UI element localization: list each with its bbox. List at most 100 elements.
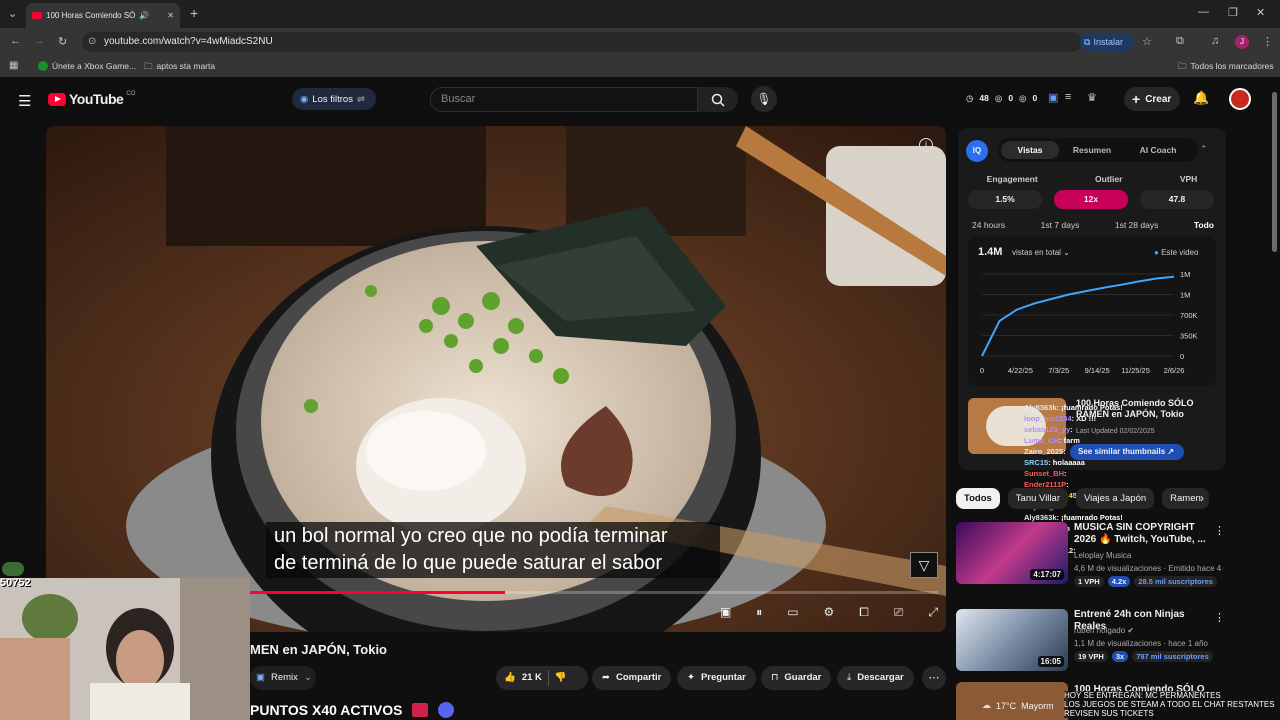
dislike-icon[interactable]: 👎: [555, 666, 567, 690]
settings-gear-icon[interactable]: ⚙: [824, 605, 835, 619]
iq-player-icon[interactable]: ▣: [720, 605, 731, 619]
recommendation-item[interactable]: 16:05 Entrené 24h con Ninjas Reales rube…: [956, 609, 1266, 673]
audio-icon[interactable]: 🔊: [139, 11, 149, 20]
remix-button[interactable]: ▣ Remix ⌄: [250, 666, 316, 690]
recommendation-item[interactable]: 4:17:07 MÚSICA SIN COPYRIGHT 2026 🔥 Twit…: [956, 522, 1266, 587]
recommendation-thumbnail[interactable]: 16:05: [956, 609, 1068, 671]
address-input[interactable]: ⊙ youtube.com/watch?v=4wMiadcS2NU: [82, 32, 1082, 52]
install-button[interactable]: ⧉ Instalar: [1080, 33, 1134, 51]
metric-label: VPH: [1179, 174, 1198, 184]
filters-button[interactable]: ◉ Los filtros ⇌: [292, 88, 376, 110]
like-icon[interactable]: 👍: [504, 666, 516, 690]
stream-ticker: HOY SE ENTREGAN: MC PERMANENTES LOS JUEG…: [1064, 691, 1280, 718]
y-tick-label: 0: [1180, 352, 1184, 361]
guide-menu-icon[interactable]: ☰: [18, 92, 31, 110]
collapse-chevron-icon[interactable]: ⌃: [1200, 144, 1208, 155]
download-button[interactable]: ⤓ Descargar: [837, 666, 914, 690]
new-tab-icon[interactable]: +: [190, 5, 198, 21]
list-icon[interactable]: ≡: [1065, 91, 1071, 103]
range-option[interactable]: 24 hours: [968, 220, 1009, 230]
tab-vistas[interactable]: Vistas: [1001, 141, 1059, 159]
restore-icon[interactable]: ❐: [1228, 6, 1238, 19]
progress-track[interactable]: [250, 591, 938, 594]
search-button[interactable]: [698, 87, 738, 112]
x-tick-label: 0: [980, 366, 984, 375]
profile-avatar[interactable]: J: [1235, 35, 1249, 49]
cast-icon[interactable]: ⎚: [894, 605, 904, 620]
chrome-menu-icon[interactable]: ⋮: [1262, 35, 1273, 48]
search-input[interactable]: Buscar: [430, 87, 698, 112]
chip[interactable]: Tanu Villar: [1007, 488, 1068, 509]
miniplayer-icon[interactable]: ⧠: [859, 605, 869, 620]
media-control-icon[interactable]: ♫: [1211, 35, 1219, 47]
tab-close-icon[interactable]: ✕: [167, 11, 174, 20]
metric-value: 47.8: [1168, 194, 1186, 204]
weather-widget[interactable]: ☁ 17°C Mayorm: [982, 700, 1054, 711]
channel-name: ruben holgado: [1074, 626, 1126, 635]
xbox-icon: [38, 61, 48, 71]
youtube-logo[interactable]: YouTube CO: [48, 91, 135, 107]
download-label: Descargar: [857, 672, 904, 683]
chip-active[interactable]: Todos: [956, 488, 1000, 509]
extensions-icon[interactable]: ⧉: [1176, 35, 1184, 48]
bookmark-star-icon[interactable]: ☆: [1142, 35, 1152, 48]
notifications-bell-icon[interactable]: 🔔: [1193, 90, 1209, 106]
share-button[interactable]: ➦ Compartir: [592, 666, 672, 690]
chat-message: sebas123_yy:: [1024, 425, 1073, 434]
tab-search-icon[interactable]: ⌄: [8, 7, 17, 20]
voice-search-icon[interactable]: 🎙: [751, 86, 777, 112]
youtube-play-icon: [48, 92, 66, 106]
forward-icon[interactable]: →: [34, 35, 45, 47]
range-option-active[interactable]: Todo: [1190, 220, 1218, 230]
info-icon[interactable]: i: [919, 138, 933, 152]
recommendation-meta: 1,1 M de visualizaciones · hace 1 año: [1074, 639, 1208, 648]
recommendation-channel[interactable]: Leloplay Musica: [1074, 551, 1131, 560]
iq-extension-icon[interactable]: ▣: [1048, 91, 1058, 104]
tab-resumen[interactable]: Resumen: [1059, 141, 1125, 159]
bookmark-folder[interactable]: 🗀 aptos sta marta: [144, 61, 215, 75]
recommendation-channel[interactable]: ruben holgado ✔: [1074, 626, 1134, 635]
apps-grid-icon[interactable]: ▦: [9, 60, 18, 71]
save-button[interactable]: ⊓ Guardar: [761, 666, 832, 690]
range-option[interactable]: 1st 28 days: [1111, 220, 1162, 230]
site-info-icon[interactable]: ⊙: [88, 36, 96, 47]
fullscreen-icon[interactable]: ⤢: [928, 605, 938, 620]
y-tick-label: 1M: [1180, 291, 1190, 300]
close-window-icon[interactable]: ✕: [1256, 6, 1265, 19]
captions-icon[interactable]: ▭: [787, 605, 798, 619]
account-avatar[interactable]: [1229, 88, 1251, 110]
ticker-line: HOY SE ENTREGAN: MC PERMANENTES: [1064, 691, 1221, 700]
minimize-icon[interactable]: —: [1198, 6, 1209, 18]
ask-button[interactable]: ✦ Preguntar: [677, 666, 756, 690]
autoplay-toggle-icon[interactable]: ⏸: [756, 605, 762, 620]
create-button[interactable]: + Crear: [1124, 87, 1180, 111]
more-actions-icon[interactable]: ⋯: [922, 666, 946, 690]
vph-pill: 47.8: [1140, 190, 1214, 209]
page-scrollbar[interactable]: [1272, 92, 1277, 252]
chips-next-chevron-icon[interactable]: ›: [1200, 491, 1204, 505]
y-tick-label: 700K: [1180, 311, 1198, 320]
chip[interactable]: Viajes a Japón: [1075, 488, 1155, 509]
channel-watermark-icon[interactable]: ▽: [910, 552, 938, 578]
reload-icon[interactable]: ↻: [58, 35, 67, 48]
chat-text: ¡fuamrado Potas!: [1061, 513, 1123, 522]
youtube-favicon: [32, 12, 42, 19]
all-bookmarks[interactable]: 🗀 Todos los marcadores: [1178, 61, 1274, 75]
x-tick-label: 2/6/26: [1164, 366, 1185, 375]
more-options-icon[interactable]: ⋮: [1214, 524, 1225, 537]
recommendation-title[interactable]: MÚSICA SIN COPYRIGHT 2026 🔥 Twitch, YouT…: [1074, 522, 1218, 546]
more-options-icon[interactable]: ⋮: [1214, 611, 1225, 624]
chat-text: ¡fuamrado Potas!: [1061, 403, 1123, 412]
chat-username: sebas123_yy: [1024, 425, 1071, 434]
recommendation-thumbnail[interactable]: 4:17:07: [956, 522, 1068, 584]
views-dropdown[interactable]: vistas en total ⌄: [1012, 248, 1070, 257]
trophy-icon[interactable]: ♛: [1087, 91, 1097, 104]
chat-username: Zairo_2025: [1024, 447, 1064, 456]
browser-tab[interactable]: 100 Horas Comiendo SÓ 🔊 ✕: [26, 3, 180, 28]
bookmark-xbox[interactable]: Únete a Xbox Game...: [38, 61, 136, 71]
back-icon[interactable]: ←: [10, 35, 21, 47]
legend-dot-icon: ●: [1154, 248, 1159, 257]
tab-ai-coach[interactable]: AI Coach: [1125, 141, 1191, 159]
range-option[interactable]: 1st 7 days: [1037, 220, 1084, 230]
chevron-down-icon: ⌄: [303, 672, 312, 683]
